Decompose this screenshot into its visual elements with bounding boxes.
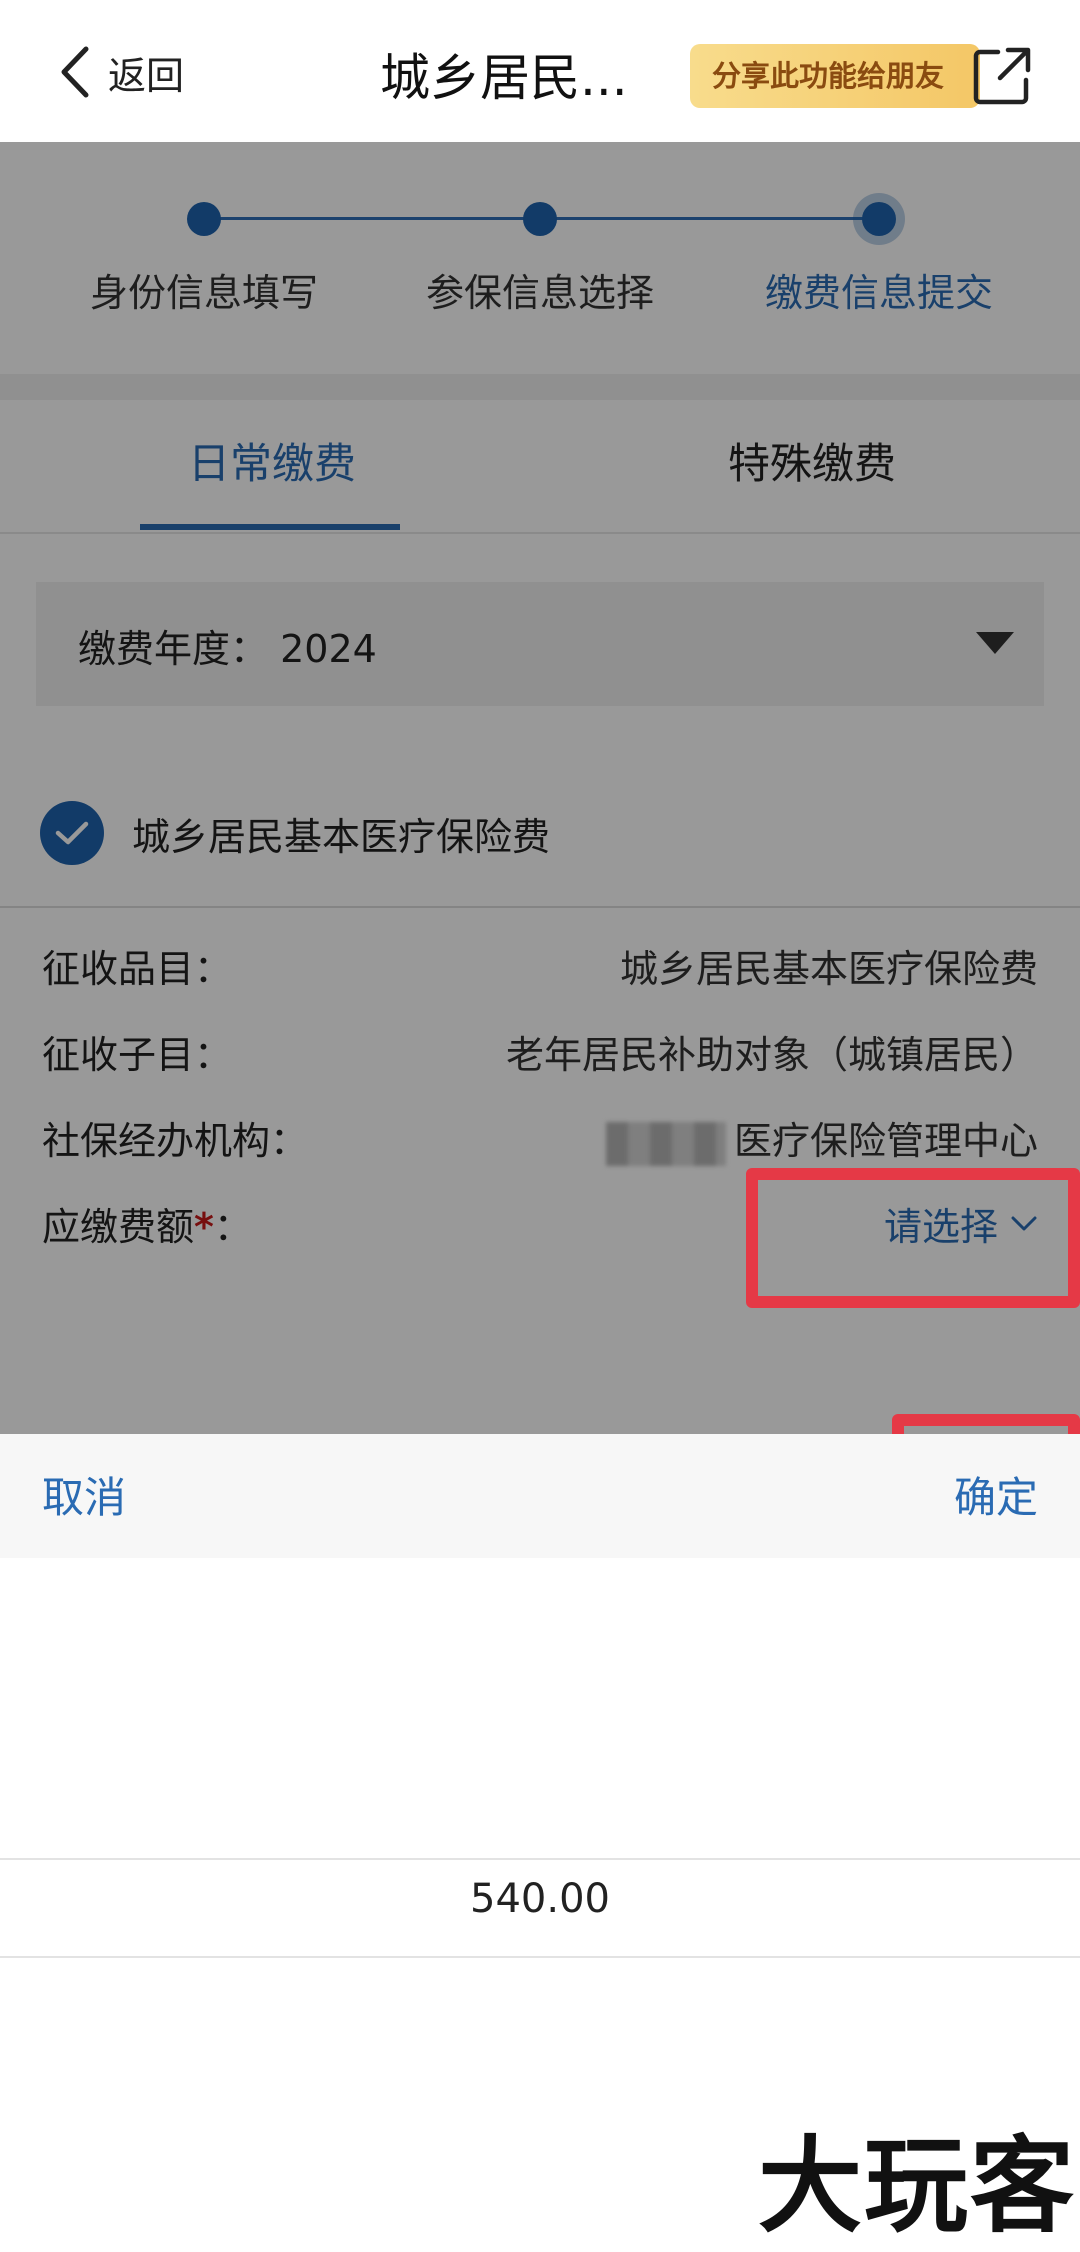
info-key-amount: 应缴费额*： — [42, 1196, 252, 1251]
section-gap — [0, 374, 1080, 400]
year-select-text: 缴费年度： 2024 — [78, 618, 377, 673]
page-title: 城乡居民... — [380, 49, 628, 107]
share-icon[interactable] — [970, 44, 1034, 108]
required-asterisk: * — [194, 1205, 214, 1249]
form-bottom-space — [0, 1278, 1080, 1434]
year-select[interactable]: 缴费年度： 2024 — [36, 582, 1044, 706]
step-dot-3 — [862, 202, 896, 236]
info-key-category: 征收品目： — [42, 947, 233, 991]
tab-daily-payment[interactable]: 日常缴费 — [188, 430, 356, 491]
step-dot-1 — [187, 202, 221, 236]
amount-select[interactable]: 请选择 — [884, 1196, 1038, 1251]
amount-select-label: 请选择 — [883, 1205, 998, 1249]
info-row-amount: 应缴费额*： 请选择 — [0, 1196, 1080, 1256]
tab-bar: 日常缴费 特殊缴费 — [0, 400, 1080, 534]
dropdown-arrow-icon — [976, 632, 1014, 654]
picker-toolbar: 取消 确定 — [0, 1434, 1080, 1558]
tab-special-payment[interactable]: 特殊缴费 — [728, 430, 896, 491]
chevron-down-icon — [1011, 1216, 1037, 1230]
active-tab-indicator — [140, 524, 400, 530]
info-value-category: 城乡居民基本医疗保险费 — [619, 947, 1038, 991]
step-dot-2 — [523, 202, 557, 236]
nav-bar: 返回 城乡居民... 分享此功能给朋友 — [0, 0, 1080, 142]
picker-top-line — [0, 1858, 1080, 1860]
year-select-label: 缴费年度： — [78, 627, 269, 671]
info-value-subcategory: 老年居民补助对象（城镇居民） — [505, 1033, 1038, 1077]
chevron-left-icon — [61, 46, 89, 98]
picker-cancel-button[interactable]: 取消 — [42, 1464, 126, 1525]
watermark: 大玩客 — [757, 2124, 1076, 2247]
back-label: 返回 — [108, 53, 185, 98]
step-connector — [204, 217, 540, 220]
step-label-2: 参保信息选择 — [425, 271, 654, 315]
info-value-agency: 医疗保险管理中心 — [605, 1110, 1038, 1166]
info-row-subcategory: 征收子目： 老年居民补助对象（城镇居民） — [0, 1024, 1080, 1084]
step-connector — [540, 217, 880, 220]
insurance-item-label: 城乡居民基本医疗保险费 — [132, 814, 551, 859]
info-row-category: 征收品目： 城乡居民基本医疗保险费 — [0, 938, 1080, 998]
share-badge[interactable]: 分享此功能给朋友 — [690, 44, 980, 108]
info-row-agency: 社保经办机构： 医疗保险管理中心 — [0, 1110, 1080, 1170]
picker-bottom-line — [0, 1956, 1080, 1958]
back-button[interactable]: 返回 — [56, 40, 184, 104]
year-select-value: 2024 — [280, 627, 377, 671]
insurance-item-checkbox[interactable]: 城乡居民基本医疗保险费 — [40, 798, 550, 868]
progress-steps: 身份信息填写 参保信息选择 缴费信息提交 — [0, 142, 1080, 374]
picker-option[interactable]: 540.00 — [0, 1876, 1080, 1922]
info-key-agency: 社保经办机构： — [42, 1119, 309, 1163]
divider — [0, 906, 1080, 908]
checkbox-checked-icon — [40, 801, 104, 865]
payment-form: 身份信息填写 参保信息选择 缴费信息提交 日常缴费 特殊缴费 缴费年度： 202… — [0, 142, 1080, 1434]
info-value-agency-text: 医疗保险管理中心 — [733, 1119, 1038, 1163]
step-label-1: 身份信息填写 — [89, 271, 318, 315]
amount-colon: ： — [213, 1205, 252, 1249]
picker-wheel[interactable]: 540.00 大玩客 — [0, 1558, 1080, 2252]
step-label-3: 缴费信息提交 — [764, 271, 993, 315]
info-key-subcategory: 征收子目： — [42, 1033, 233, 1077]
picker-confirm-button[interactable]: 确定 — [954, 1464, 1038, 1525]
amount-label: 应缴费额 — [42, 1205, 195, 1249]
redacted-blur — [605, 1121, 726, 1166]
